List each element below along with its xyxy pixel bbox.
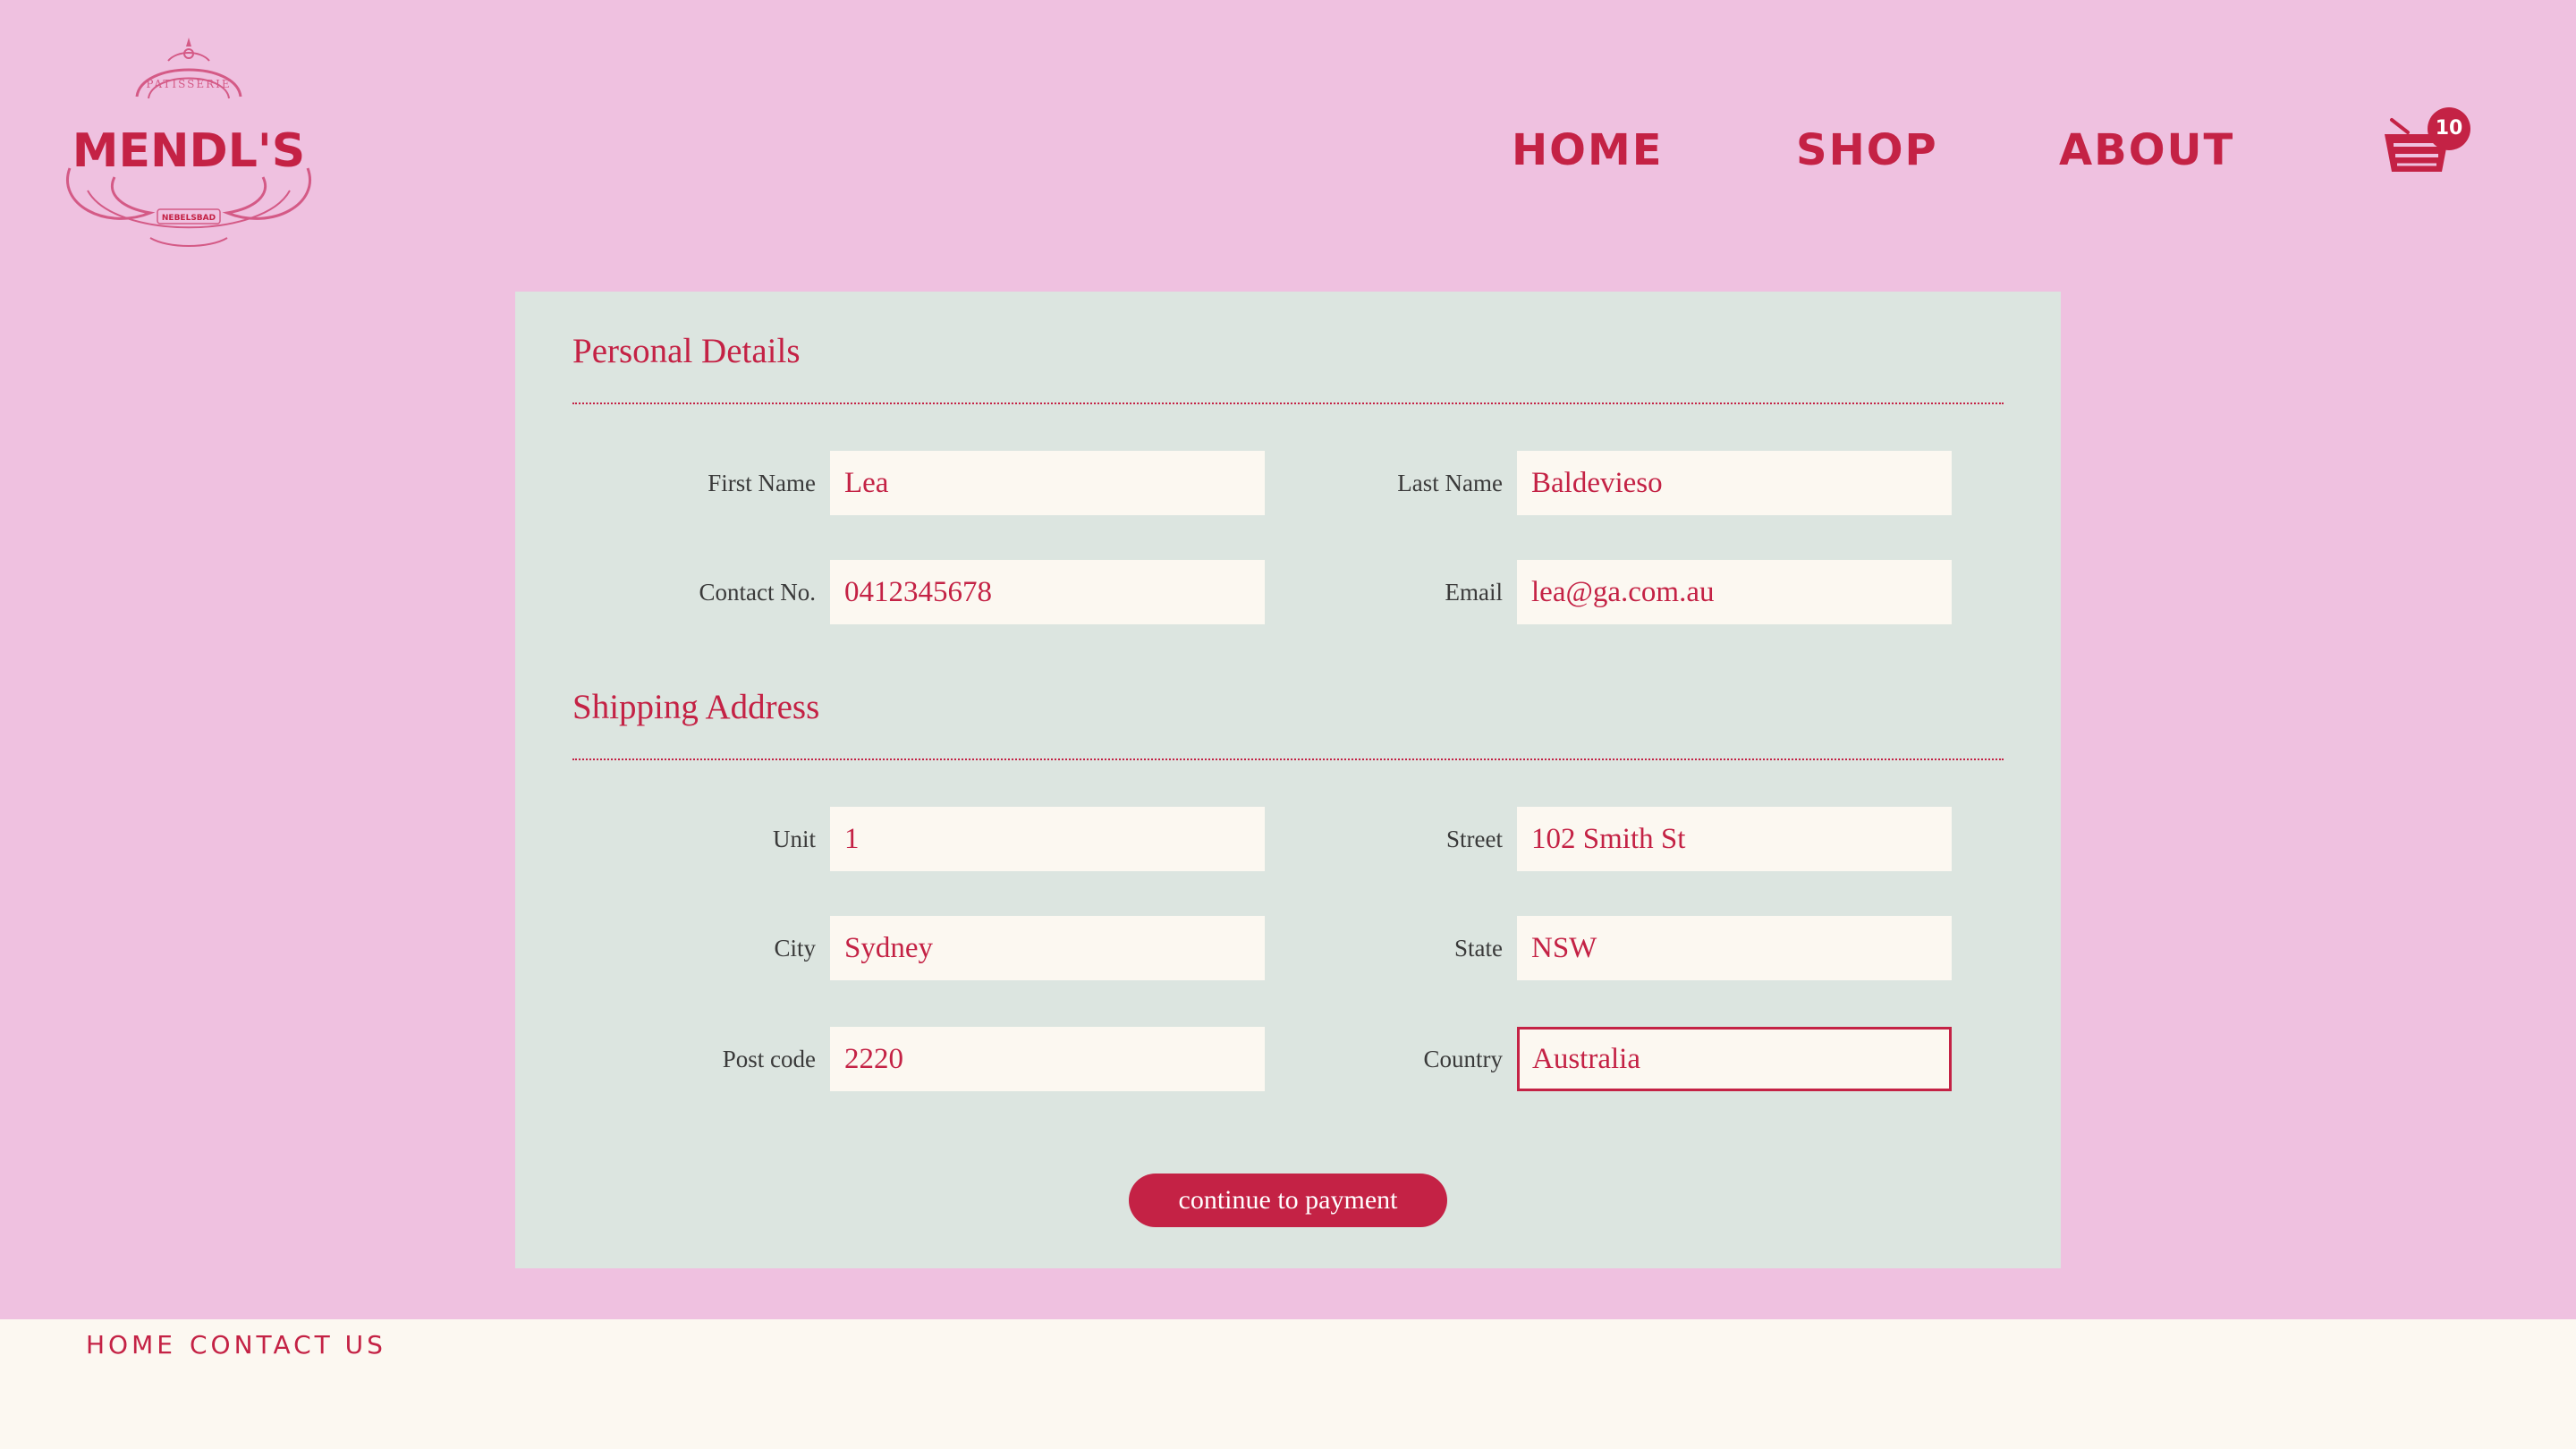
contact-number-label: Contact No.	[699, 579, 816, 606]
country-label: Country	[1423, 1046, 1503, 1072]
last-name-label: Last Name	[1397, 470, 1503, 496]
personal-details-heading: Personal Details	[572, 332, 801, 370]
logo-top-text: PATISSERIE	[146, 78, 231, 90]
nav-home-link[interactable]: HOME	[1512, 114, 1664, 186]
street-label: Street	[1446, 826, 1503, 852]
logo-bottom-text: NEBELSBAD	[162, 214, 216, 223]
email-input[interactable]	[1517, 560, 1952, 624]
cart-count-badge: 10	[2428, 107, 2470, 150]
state-input[interactable]	[1517, 916, 1952, 980]
last-name-input[interactable]	[1517, 451, 1952, 515]
contact-number-input[interactable]	[830, 560, 1265, 624]
postcode-input[interactable]	[830, 1027, 1265, 1091]
unit-input[interactable]	[830, 807, 1265, 871]
street-input[interactable]	[1517, 807, 1952, 871]
checkout-form-panel: Personal Details First Name Last Name Co…	[515, 292, 2061, 1268]
shipping-address-heading: Shipping Address	[572, 688, 820, 726]
unit-label: Unit	[772, 826, 816, 852]
nav-about-link[interactable]: ABOUT	[2059, 114, 2234, 186]
postcode-label: Post code	[722, 1046, 816, 1072]
header: NEBELSBAD PATISSERIE MENDL'S HOME SHOP A…	[0, 0, 2576, 1319]
country-input[interactable]	[1517, 1027, 1952, 1091]
state-label: State	[1454, 935, 1503, 962]
personal-details-divider	[572, 402, 2004, 404]
footer-home-link[interactable]: HOME	[86, 1330, 176, 1360]
first-name-label: First Name	[708, 470, 816, 496]
logo-wordmark: MENDL'S	[72, 124, 305, 178]
city-input[interactable]	[830, 916, 1265, 980]
nav-shop-link[interactable]: SHOP	[1796, 114, 1938, 186]
email-label: Email	[1445, 579, 1503, 606]
shipping-address-divider	[572, 758, 2004, 760]
city-label: City	[774, 935, 816, 962]
footer-contact-link[interactable]: CONTACT US	[190, 1330, 386, 1360]
brand-logo[interactable]: NEBELSBAD PATISSERIE MENDL'S	[52, 34, 326, 249]
footer: HOME CONTACT US	[0, 1319, 2576, 1449]
cart-button[interactable]: 10	[2383, 107, 2472, 179]
first-name-input[interactable]	[830, 451, 1265, 515]
continue-to-payment-button[interactable]: continue to payment	[1129, 1174, 1447, 1227]
